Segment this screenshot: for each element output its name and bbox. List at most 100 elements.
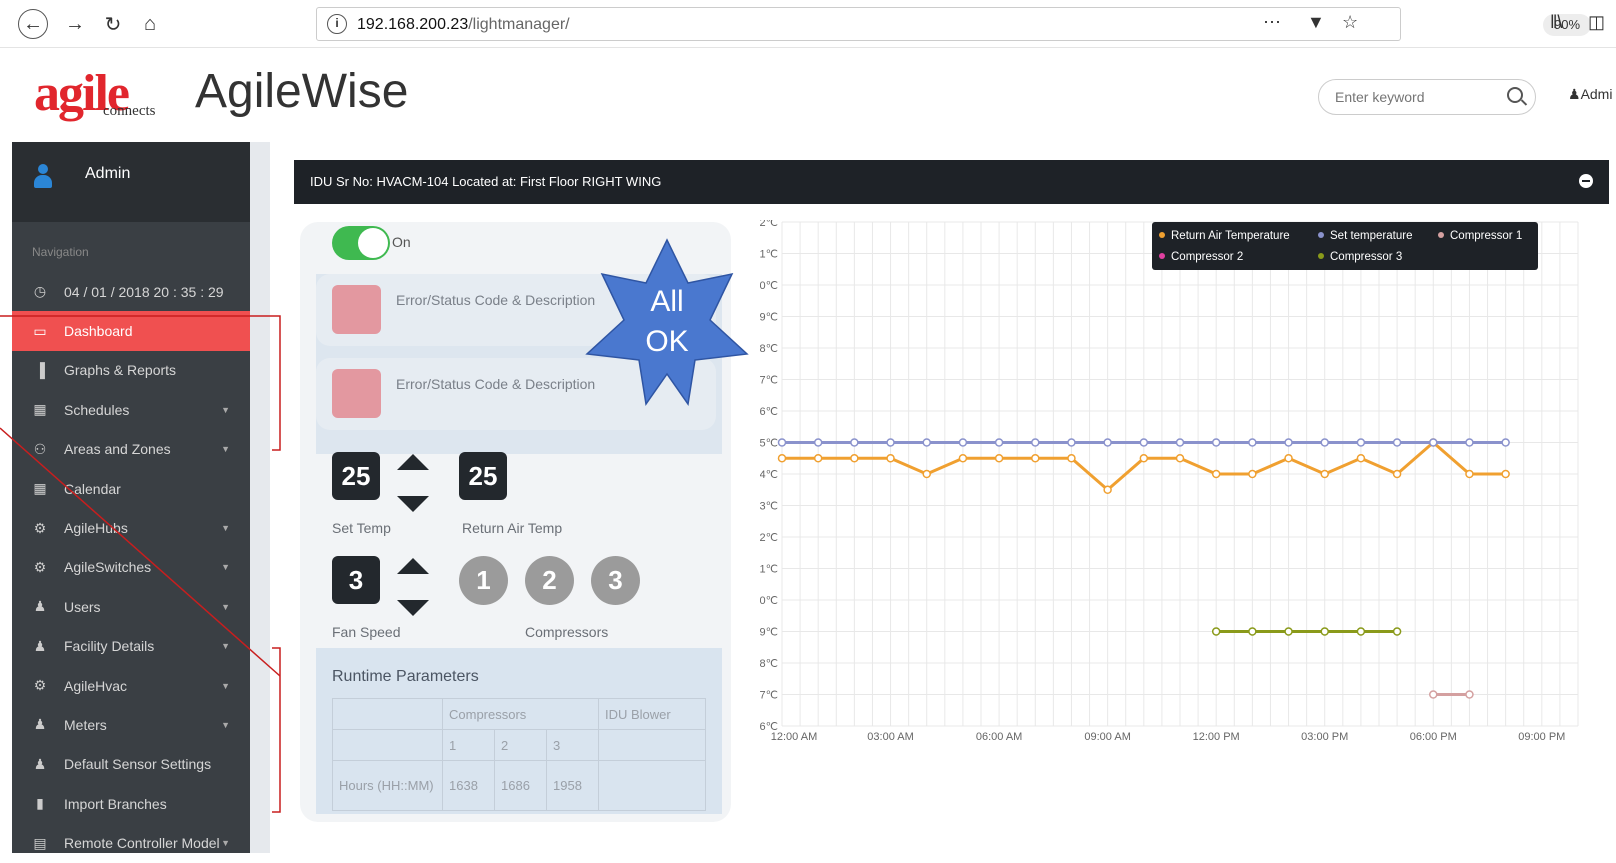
power-label: On bbox=[392, 234, 411, 250]
sidebar-item-agilehvac[interactable]: ⚙ AgileHvac ▼ bbox=[12, 666, 250, 705]
data-point bbox=[922, 469, 931, 479]
search-box[interactable] bbox=[1318, 79, 1536, 115]
sidebar-gutter bbox=[250, 142, 270, 853]
url-text[interactable]: 192.168.200.23/lightmanager/ bbox=[357, 16, 570, 34]
y-tick-label: 19℃ bbox=[760, 627, 778, 639]
sidebar-item-import-branches[interactable]: ▮ Import Branches bbox=[12, 784, 250, 823]
return-air-temp-label: Return Air Temp bbox=[462, 520, 563, 536]
x-tick-label: 06:00 PM bbox=[1410, 731, 1457, 743]
pocket-icon[interactable]: ▼ bbox=[1307, 12, 1325, 33]
data-point bbox=[1284, 438, 1293, 447]
sidebar-item-graphs-reports[interactable]: ▐ Graphs & Reports bbox=[12, 351, 250, 390]
sidebar-item-default-sensor-settings[interactable]: ♟ Default Sensor Settings bbox=[12, 745, 250, 784]
header-user[interactable]: ♟Admi bbox=[1568, 86, 1612, 103]
table-header: 1 bbox=[442, 729, 495, 761]
sidebar-item-label: AgileHubs bbox=[64, 520, 128, 537]
data-point bbox=[1501, 469, 1510, 479]
browser-toolbar: ← → ↻ ⌂ i 192.168.200.23/lightmanager/ 9… bbox=[0, 0, 1616, 48]
library-icon[interactable]: ‖\ bbox=[1550, 12, 1562, 33]
data-point bbox=[1175, 454, 1185, 463]
callout-text-line1: All bbox=[650, 285, 683, 318]
data-point bbox=[1067, 438, 1076, 447]
data-point bbox=[1248, 438, 1257, 447]
sidebar-item-agilehubs[interactable]: ⚙ AgileHubs ▼ bbox=[12, 508, 250, 547]
agile-logo-sub: connects bbox=[103, 103, 156, 119]
data-point bbox=[1139, 454, 1149, 463]
y-tick-label: 22℃ bbox=[760, 532, 778, 544]
reload-icon[interactable]: ↻ bbox=[98, 9, 128, 39]
chevron-down-icon: ▼ bbox=[221, 719, 230, 730]
y-tick-label: 23℃ bbox=[760, 501, 778, 513]
chevron-down-icon: ▼ bbox=[221, 444, 230, 455]
data-point bbox=[777, 454, 787, 463]
fan-speed-value: 3 bbox=[332, 556, 380, 604]
data-point bbox=[1031, 438, 1040, 447]
more-icon[interactable]: ⋯ bbox=[1263, 12, 1281, 33]
sidebar-item-schedules[interactable]: ▦ Schedules ▼ bbox=[12, 390, 250, 429]
search-input[interactable] bbox=[1333, 88, 1503, 106]
y-tick-label: 30℃ bbox=[760, 280, 778, 292]
sidebar-item-meters[interactable]: ♟ Meters ▼ bbox=[12, 705, 250, 744]
fan-speed-down-icon[interactable] bbox=[397, 600, 429, 616]
data-point bbox=[1284, 627, 1293, 636]
row-label: Hours (HH::MM) bbox=[332, 760, 443, 811]
table-cell bbox=[332, 729, 443, 761]
sidebar-item-label: Remote Controller Model bbox=[64, 835, 220, 852]
data-point bbox=[1320, 469, 1329, 479]
sidebar-user[interactable]: Admin bbox=[12, 142, 250, 222]
data-point bbox=[1320, 627, 1329, 636]
bookmark-star-icon[interactable]: ☆ bbox=[1342, 12, 1358, 33]
chevron-down-icon: ▼ bbox=[221, 404, 230, 415]
annotation-bracket-bottom bbox=[272, 647, 281, 813]
forward-icon[interactable]: → bbox=[60, 9, 90, 39]
set-temp-down-icon[interactable] bbox=[397, 496, 429, 512]
set-temp-label: Set Temp bbox=[332, 520, 391, 536]
sidebar-icon[interactable]: ◫ bbox=[1588, 12, 1605, 33]
panel-title: IDU Sr No: HVACM-104 Located at: First F… bbox=[310, 174, 662, 189]
callout-text-line2: OK bbox=[645, 325, 688, 358]
address-bar[interactable]: i 192.168.200.23/lightmanager/ 90% ⋯ ▼ ☆ bbox=[316, 7, 1591, 41]
y-tick-label: 31℃ bbox=[760, 249, 778, 261]
data-point bbox=[1356, 627, 1366, 636]
temperature-chart: 16℃17℃18℃19℃20℃21℃22℃23℃24℃25℃26℃27℃28℃2… bbox=[753, 217, 1590, 780]
runtime-title: Runtime Parameters bbox=[332, 668, 479, 685]
sidebar-item-calendar[interactable]: ▦ Calendar bbox=[12, 469, 250, 508]
cogs-icon: ⚙ bbox=[33, 519, 47, 536]
table-cell bbox=[332, 698, 443, 730]
sidebar-datetime: ◷ 04 / 01 / 2018 20 : 35 : 29 bbox=[33, 283, 224, 300]
chevron-down-icon: ▼ bbox=[221, 562, 230, 573]
book-icon: ▮ bbox=[36, 795, 44, 812]
sidebar-item-areas-and-zones[interactable]: ⚇ Areas and Zones ▼ bbox=[12, 430, 250, 469]
fan-speed-up-icon[interactable] bbox=[397, 558, 429, 574]
data-point bbox=[1031, 454, 1040, 463]
info-icon[interactable]: i bbox=[327, 14, 347, 34]
data-point bbox=[1248, 469, 1257, 479]
power-toggle[interactable] bbox=[332, 226, 390, 260]
data-point bbox=[922, 438, 931, 447]
data-point bbox=[1211, 469, 1221, 479]
sidebar-item-agileswitches[interactable]: ⚙ AgileSwitches ▼ bbox=[12, 548, 250, 587]
data-point bbox=[1501, 438, 1510, 447]
y-tick-label: 25℃ bbox=[760, 438, 778, 450]
search-icon[interactable] bbox=[1507, 87, 1523, 103]
cogs-icon: ⚙ bbox=[33, 677, 47, 694]
table-header: IDU Blower bbox=[598, 698, 706, 730]
sidebar-item-users[interactable]: ♟ Users ▼ bbox=[12, 587, 250, 626]
set-temp-up-icon[interactable] bbox=[397, 454, 429, 470]
sidebar-item-remote-controller-model[interactable]: ▤ Remote Controller Model ▼ bbox=[12, 823, 250, 862]
y-tick-label: 21℃ bbox=[760, 564, 778, 576]
home-icon[interactable]: ⌂ bbox=[135, 9, 165, 39]
sidebar-item-label: Graphs & Reports bbox=[64, 362, 177, 379]
y-tick-label: 20℃ bbox=[760, 595, 778, 607]
sidebar-item-dashboard[interactable]: ▭ Dashboard bbox=[12, 311, 250, 351]
y-tick-label: 17℃ bbox=[760, 690, 778, 702]
data-point bbox=[1320, 438, 1329, 447]
sidebar-item-facility-details[interactable]: ♟ Facility Details ▼ bbox=[12, 627, 250, 666]
data-point bbox=[1356, 454, 1366, 463]
collapse-icon[interactable] bbox=[1579, 174, 1593, 188]
legend-swatch bbox=[1438, 232, 1444, 238]
laptop-icon: ▭ bbox=[33, 322, 47, 339]
back-icon[interactable]: ← bbox=[18, 9, 48, 39]
x-tick-label: 09:00 PM bbox=[1518, 731, 1565, 743]
y-tick-label: 29℃ bbox=[760, 312, 778, 324]
